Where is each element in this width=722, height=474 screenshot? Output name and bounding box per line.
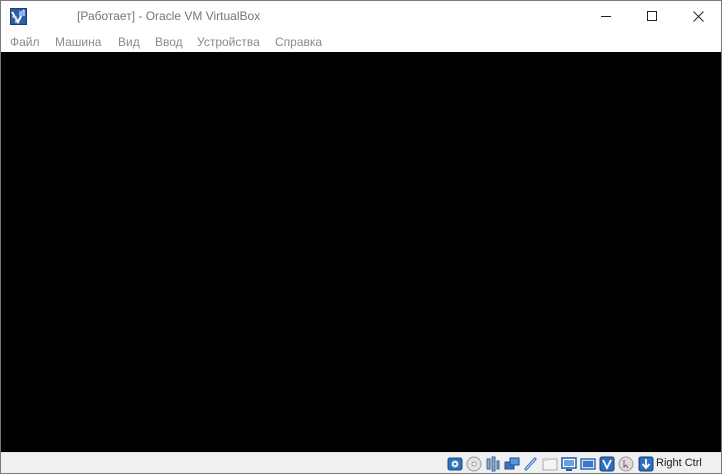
close-icon: [692, 10, 704, 22]
host-key-label: Right Ctrl: [656, 457, 702, 469]
status-bar: Right Ctrl: [1, 452, 721, 473]
minimize-button[interactable]: [583, 1, 629, 31]
virtualbox-vm-window: [Работает] - Oracle VM VirtualBox Файл М…: [0, 0, 722, 474]
audio-icon[interactable]: [485, 456, 501, 472]
virtualbox-app-icon[interactable]: [10, 8, 27, 25]
virtualization-icon[interactable]: [599, 456, 615, 472]
shared-folders-icon[interactable]: [542, 456, 558, 472]
maximize-button[interactable]: [629, 1, 675, 31]
menu-input[interactable]: Ввод: [155, 35, 183, 49]
menu-help[interactable]: Справка: [275, 35, 322, 49]
keyboard-capture-icon[interactable]: [638, 456, 654, 472]
minimize-icon: [601, 16, 611, 17]
menu-machine[interactable]: Машина: [55, 35, 101, 49]
usb-icon[interactable]: [523, 456, 539, 472]
mouse-integration-icon[interactable]: [618, 456, 634, 472]
optical-drive-icon[interactable]: [466, 456, 482, 472]
hard-disk-icon[interactable]: [447, 456, 463, 472]
menu-devices[interactable]: Устройства: [197, 35, 260, 49]
vm-display[interactable]: [1, 52, 721, 452]
video-capture-icon[interactable]: [580, 456, 596, 472]
display-icon[interactable]: [561, 456, 577, 472]
menu-bar: Файл Машина Вид Ввод Устройства Справка: [1, 32, 721, 52]
window-title: [Работает] - Oracle VM VirtualBox: [77, 9, 261, 23]
maximize-icon: [647, 11, 657, 21]
close-button[interactable]: [675, 1, 721, 31]
menu-view[interactable]: Вид: [118, 35, 140, 49]
menu-file[interactable]: Файл: [10, 35, 40, 49]
network-icon[interactable]: [504, 456, 520, 472]
title-bar[interactable]: [Работает] - Oracle VM VirtualBox: [1, 1, 721, 32]
